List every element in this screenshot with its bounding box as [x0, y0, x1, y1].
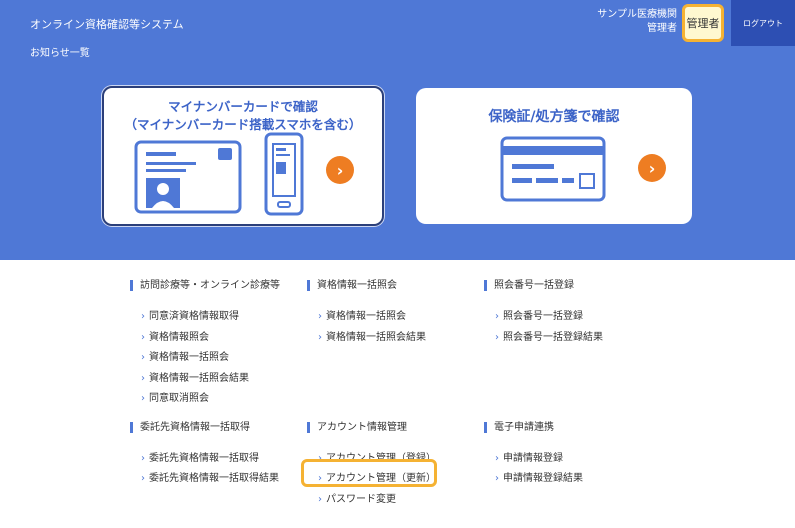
menu-link-application-register[interactable]: › 申請情報登録 — [495, 449, 563, 464]
menu-link-consented-info[interactable]: › 同意済資格情報取得 — [141, 307, 239, 322]
menu-link-reference-register-result[interactable]: › 照会番号一括登録結果 — [495, 328, 603, 343]
id-card-icon — [134, 140, 242, 214]
insurance-card-icon — [500, 136, 606, 202]
insurance-arrow-icon: › — [638, 154, 666, 182]
chevron-right-icon: › — [495, 453, 499, 464]
menu-link-label: 資格情報一括照会結果 — [326, 332, 426, 343]
app-title: オンライン資格確認等システム — [30, 18, 184, 31]
section-heading-delegate: 委託先資格情報一括取得 — [130, 422, 250, 433]
menu-link-bulk-inquiry-result-2[interactable]: › 資格情報一括照会結果 — [318, 328, 426, 343]
mynumber-card-title-line1: マイナンバーカードで確認 — [168, 99, 318, 114]
menu-link-label: 照会番号一括登録結果 — [503, 332, 603, 343]
user-info: サンプル医療機関 管理者 — [597, 8, 677, 36]
menu-link-qualification-inquiry[interactable]: › 資格情報照会 — [141, 328, 209, 343]
menu-link-reference-register[interactable]: › 照会番号一括登録 — [495, 307, 583, 322]
menu-link-label: 資格情報一括照会 — [326, 311, 406, 322]
insurance-card-title: 保険証/処方箋で確認 — [488, 109, 620, 125]
menu-link-label: パスワード変更 — [326, 494, 396, 505]
chevron-right-icon: › — [318, 311, 322, 322]
menu-link-label: 資格情報照会 — [149, 332, 209, 343]
menu-link-label: 同意済資格情報取得 — [149, 311, 239, 322]
chevron-right-icon: › — [318, 332, 322, 343]
chevron-right-icon: › — [141, 311, 145, 322]
menu-link-password-change[interactable]: › パスワード変更 — [318, 490, 396, 505]
section-heading-reference-number: 照会番号一括登録 — [484, 280, 574, 291]
chevron-right-icon: › — [141, 332, 145, 343]
menu-link-consent-cancel[interactable]: › 同意取消照会 — [141, 389, 209, 404]
menu-link-bulk-inquiry-2[interactable]: › 資格情報一括照会 — [318, 307, 406, 322]
menu-link-account-update[interactable]: › アカウント管理（更新） — [318, 469, 436, 484]
section-heading-visit-care: 訪問診療等・オンライン診療等 — [130, 280, 280, 291]
chevron-right-icon: › — [495, 311, 499, 322]
menu-link-bulk-inquiry[interactable]: › 資格情報一括照会 — [141, 348, 229, 363]
menu-link-label: 申請情報登録 — [503, 453, 563, 464]
mynumber-card-title-line2: （マイナンバーカード搭載スマホを含む） — [124, 117, 362, 132]
header-banner: オンライン資格確認等システム お知らせ一覧 サンプル医療機関 管理者 管理者 ロ… — [0, 0, 795, 260]
menu-link-label: 委託先資格情報一括取得 — [149, 453, 259, 464]
chevron-right-icon: › — [495, 473, 499, 484]
chevron-right-icon: › — [495, 332, 499, 343]
section-heading-account: アカウント情報管理 — [307, 422, 407, 433]
menu-link-application-register-result[interactable]: › 申請情報登録結果 — [495, 469, 583, 484]
chevron-right-icon: › — [141, 352, 145, 363]
menu-link-label: アカウント管理（更新） — [326, 473, 436, 484]
menu-link-label: 同意取消照会 — [149, 393, 209, 404]
menu-link-label: 申請情報登録結果 — [503, 473, 583, 484]
user-name: 管理者 — [647, 23, 677, 34]
admin-role-button[interactable]: 管理者 — [682, 4, 724, 42]
chevron-right-icon: › — [141, 393, 145, 404]
menu-link-delegate-bulk[interactable]: › 委託先資格情報一括取得 — [141, 449, 259, 464]
menu-link-bulk-inquiry-result[interactable]: › 資格情報一括照会結果 — [141, 369, 249, 384]
menu-link-delegate-bulk-result[interactable]: › 委託先資格情報一括取得結果 — [141, 469, 279, 484]
chevron-right-icon: › — [141, 473, 145, 484]
org-name: サンプル医療機関 — [597, 9, 677, 20]
menu-link-label: 照会番号一括登録 — [503, 311, 583, 322]
menu-link-label: 資格情報一括照会 — [149, 352, 229, 363]
logout-button[interactable]: ログアウト — [731, 0, 795, 46]
smartphone-icon — [264, 132, 304, 216]
chevron-right-icon: › — [318, 494, 322, 505]
mynumber-card-check-button[interactable]: マイナンバーカードで確認 （マイナンバーカード搭載スマホを含む） › — [102, 86, 384, 226]
section-heading-e-application: 電子申請連携 — [484, 422, 554, 433]
mynumber-card-title: マイナンバーカードで確認 （マイナンバーカード搭載スマホを含む） — [104, 98, 382, 134]
news-list-link[interactable]: お知らせ一覧 — [30, 44, 90, 59]
insurance-card-check-button[interactable]: 保険証/処方箋で確認 › — [416, 88, 692, 224]
section-heading-bulk-inquiry: 資格情報一括照会 — [307, 280, 397, 291]
chevron-right-icon: › — [141, 453, 145, 464]
mynumber-arrow-icon: › — [326, 156, 354, 184]
menu-link-label: 資格情報一括照会結果 — [149, 373, 249, 384]
chevron-right-icon: › — [141, 373, 145, 384]
menu-link-label: 委託先資格情報一括取得結果 — [149, 473, 279, 484]
chevron-right-icon: › — [318, 473, 322, 484]
